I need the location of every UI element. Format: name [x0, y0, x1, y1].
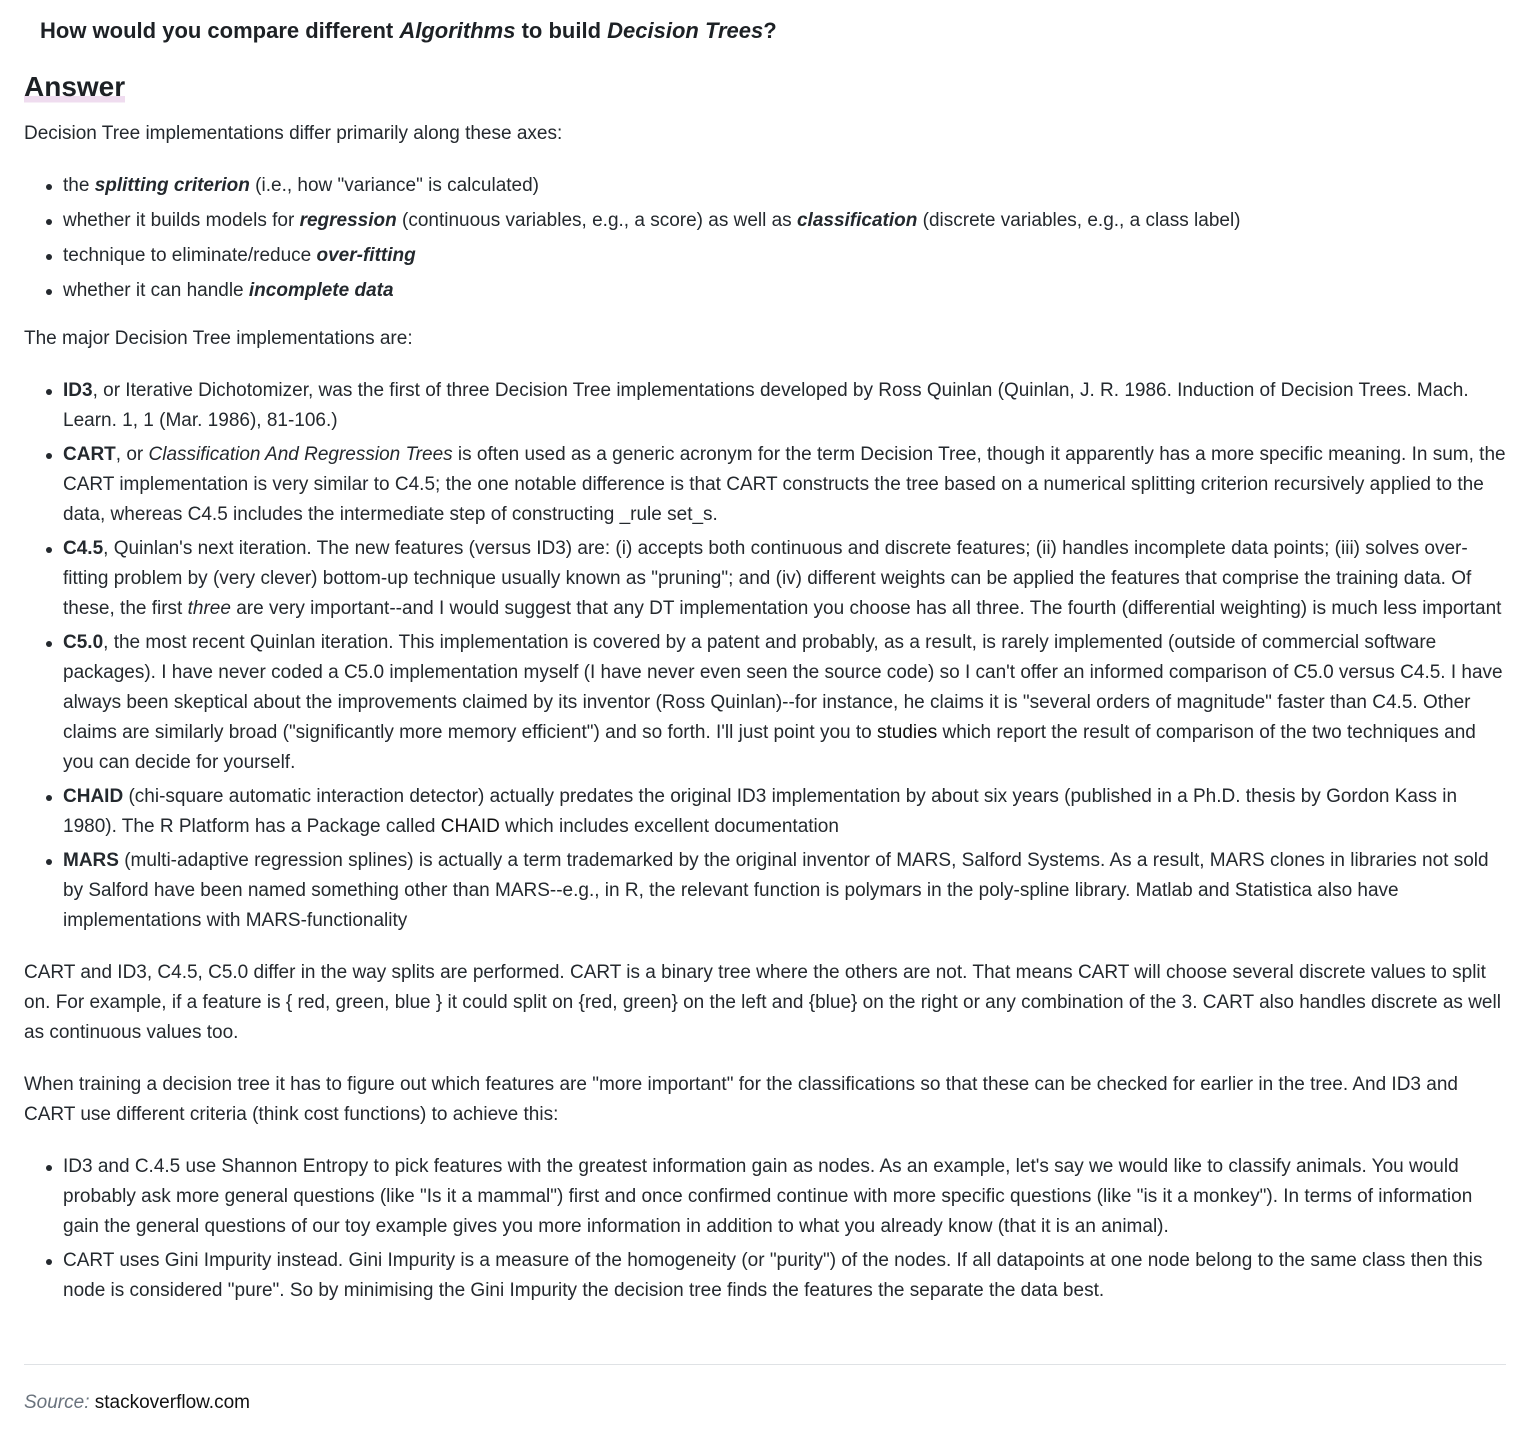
impl-name: CART	[63, 444, 116, 465]
list-item-id3: ID3, or Iterative Dichotomizer, was the …	[24, 376, 1510, 436]
source-line: Source: stackoverflow.com	[24, 1389, 250, 1417]
question-title: How would you compare different Algorith…	[40, 16, 777, 46]
question-part-2: to build	[515, 18, 608, 43]
axes-list: the splitting criterion (i.e., how "vari…	[24, 171, 1510, 306]
list-item: CART uses Gini Impurity instead. Gini Im…	[24, 1246, 1510, 1306]
list-item-c50: C5.0, the most recent Quinlan iteration.…	[24, 628, 1510, 778]
list-item: the splitting criterion (i.e., how "vari…	[24, 171, 1510, 201]
list-item-chaid: CHAID (chi-square automatic interaction …	[24, 782, 1510, 842]
source-label: Source:	[24, 1392, 90, 1413]
axis-text: (continuous variables, e.g., a score) as…	[396, 210, 797, 231]
axis-emphasis: incomplete data	[248, 280, 394, 301]
question-term-decision-trees: Decision Trees	[607, 18, 764, 43]
intro-paragraph: Decision Tree implementations differ pri…	[24, 123, 563, 144]
impl-italic: three	[187, 598, 231, 619]
axis-text: the	[63, 175, 95, 196]
impl-name: C4.5	[63, 538, 104, 559]
axis-text: whether it builds models for	[63, 210, 300, 231]
impl-text: , or	[115, 444, 149, 465]
impl-name: C5.0	[63, 632, 104, 653]
axis-text: technique to eliminate/reduce	[63, 245, 317, 266]
impl-text: are very important--and I would suggest …	[230, 598, 1502, 619]
axis-text: whether it can handle	[63, 280, 249, 301]
axis-emphasis: splitting criterion	[94, 175, 250, 196]
list-item-mars: MARS (multi-adaptive regression splines)…	[24, 846, 1510, 936]
question-term-algorithms: Algorithms	[399, 18, 516, 43]
answer-heading: Answer	[24, 70, 126, 104]
axis-emphasis: over-fitting	[316, 245, 416, 266]
implementations-list: ID3, or Iterative Dichotomizer, was the …	[24, 376, 1510, 936]
list-item: ID3 and C.4.5 use Shannon Entropy to pic…	[24, 1152, 1510, 1242]
impl-text: (multi-adaptive regression splines) is a…	[63, 850, 1489, 931]
list-item: whether it can handle incomplete data	[24, 276, 1510, 306]
question-part-1: How would you compare different	[40, 18, 400, 43]
major-intro-paragraph: The major Decision Tree implementations …	[24, 328, 413, 349]
axis-emphasis: regression	[299, 210, 397, 231]
source-link[interactable]: stackoverflow.com	[95, 1392, 250, 1413]
impl-text: which includes excellent documentation	[499, 816, 839, 837]
list-item: technique to eliminate/reduce over-fitti…	[24, 241, 1510, 271]
list-item-cart: CART, or Classification And Regression T…	[24, 440, 1510, 530]
chaid-package-link[interactable]: CHAID	[441, 816, 500, 837]
answer-body: Decision Tree implementations differ pri…	[24, 119, 1510, 1310]
studies-link[interactable]: studies	[877, 722, 937, 743]
axis-text: (i.e., how "variance" is calculated)	[249, 175, 540, 196]
impl-name: ID3	[63, 380, 93, 401]
impl-name: MARS	[63, 850, 119, 871]
impl-name: CHAID	[63, 786, 124, 807]
axis-emphasis: classification	[796, 210, 918, 231]
answer-page: How would you compare different Algorith…	[0, 0, 1530, 1434]
training-paragraph: When training a decision tree it has to …	[24, 1074, 1458, 1125]
list-item: whether it builds models for regression …	[24, 206, 1510, 236]
axis-text: (discrete variables, e.g., a class label…	[917, 210, 1241, 231]
splits-paragraph: CART and ID3, C4.5, C5.0 differ in the w…	[24, 962, 1501, 1043]
divider	[24, 1364, 1506, 1365]
impl-italic: Classification And Regression Trees	[148, 444, 453, 465]
question-part-3: ?	[763, 18, 777, 43]
impl-text: , or Iterative Dichotomizer, was the fir…	[63, 380, 1469, 431]
criteria-list: ID3 and C.4.5 use Shannon Entropy to pic…	[24, 1152, 1510, 1306]
list-item-c45: C4.5, Quinlan's next iteration. The new …	[24, 534, 1510, 624]
